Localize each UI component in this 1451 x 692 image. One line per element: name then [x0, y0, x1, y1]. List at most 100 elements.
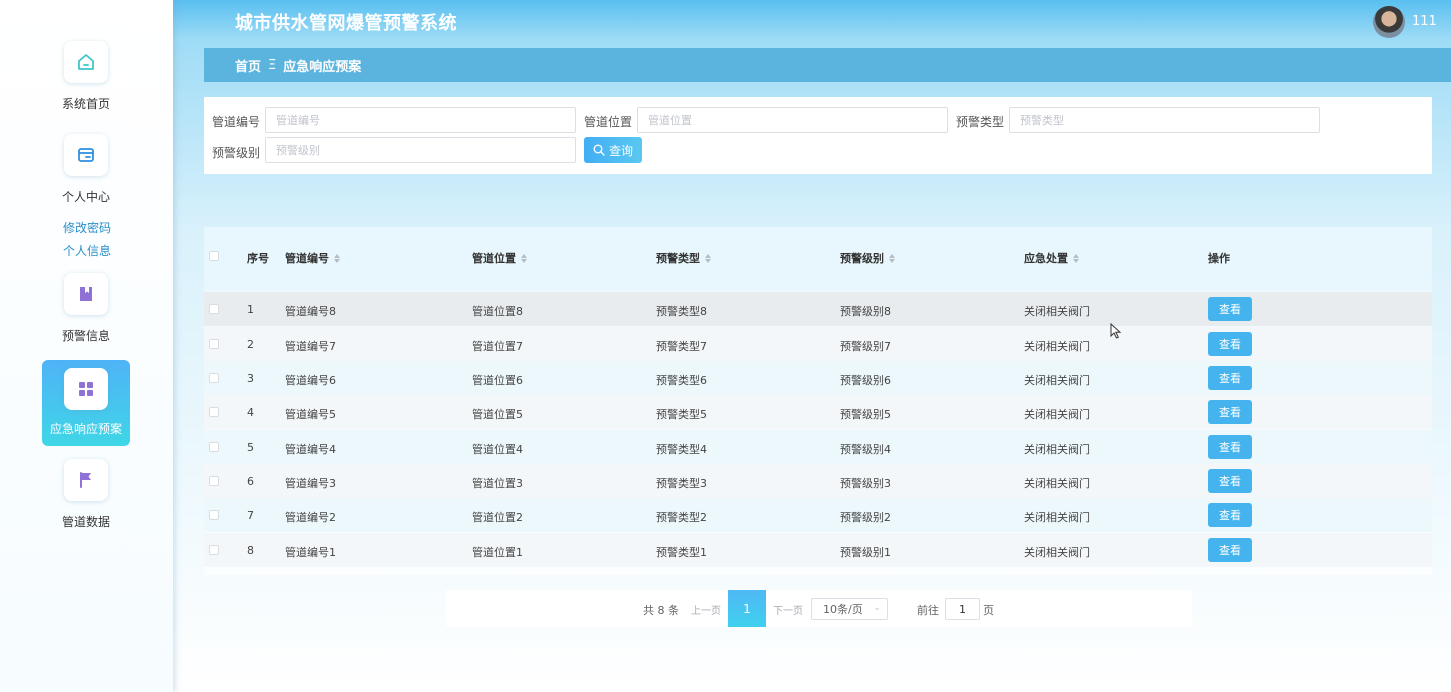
row-checkbox[interactable] — [209, 407, 219, 417]
sidebar-item-home[interactable]: 系统首页 — [42, 41, 130, 127]
table-row: 4 管道编号5 管道位置5 预警类型5 预警级别5 关闭相关阀门 查看 — [204, 395, 1432, 429]
row-checkbox[interactable] — [209, 373, 219, 383]
view-button[interactable]: 查看 — [1208, 538, 1252, 562]
pipe-location-input[interactable] — [637, 107, 948, 133]
breadcrumb-home[interactable]: 首页 — [235, 56, 261, 75]
breadcrumb: 首页 Ξ 应急响应预案 — [204, 48, 1451, 82]
cell-pipe-no: 管道编号7 — [285, 340, 336, 353]
view-button[interactable]: 查看 — [1208, 503, 1252, 527]
row-checkbox[interactable] — [209, 545, 219, 555]
view-button[interactable]: 查看 — [1208, 332, 1252, 356]
cell-pipe-no: 管道编号5 — [285, 408, 336, 421]
sidebar-item-emergency-plan[interactable]: 应急响应预案 — [42, 360, 130, 446]
sub-link-change-password[interactable]: 修改密码 — [63, 219, 111, 236]
prev-page-button[interactable]: 上一页 — [691, 602, 721, 617]
col-pipe-location[interactable]: 管道位置 — [472, 250, 527, 266]
cell-pipe-no: 管道编号3 — [285, 477, 336, 490]
cell-pipe-location: 管道位置6 — [472, 374, 523, 387]
table-row: 6 管道编号3 管道位置3 预警类型3 预警级别3 关闭相关阀门 查看 — [204, 464, 1432, 498]
sub-link-personal-info[interactable]: 个人信息 — [63, 242, 111, 259]
cell-emergency-action: 关闭相关阀门 — [1024, 443, 1090, 456]
alert-type-input[interactable] — [1009, 107, 1320, 133]
cell-emergency-action: 关闭相关阀门 — [1024, 340, 1090, 353]
current-page-button[interactable]: 1 — [728, 590, 766, 627]
row-checkbox[interactable] — [209, 304, 219, 314]
card-icon — [64, 134, 108, 176]
col-pipe-no[interactable]: 管道编号 — [285, 250, 340, 266]
cell-alert-level: 预警级别2 — [840, 511, 891, 524]
cell-alert-level: 预警级别8 — [840, 305, 891, 318]
sort-icon — [521, 253, 527, 263]
sidebar-item-label: 应急响应预案 — [49, 422, 122, 436]
table-row: 3 管道编号6 管道位置6 预警类型6 预警级别6 关闭相关阀门 查看 — [204, 361, 1432, 395]
row-checkbox[interactable] — [209, 339, 219, 349]
select-all-checkbox[interactable] — [209, 251, 219, 261]
col-alert-type[interactable]: 预警类型 — [656, 250, 711, 266]
view-button[interactable]: 查看 — [1208, 366, 1252, 390]
alert-level-input[interactable] — [265, 137, 576, 163]
cell-pipe-no: 管道编号2 — [285, 511, 336, 524]
search-button[interactable]: 查询 — [584, 137, 642, 163]
view-button[interactable]: 查看 — [1208, 469, 1252, 493]
cell-pipe-location: 管道位置1 — [472, 546, 523, 559]
view-button[interactable]: 查看 — [1208, 435, 1252, 459]
cell-alert-type: 预警类型7 — [656, 340, 707, 353]
pipe-location-label: 管道位置 — [584, 115, 633, 129]
cell-pipe-no: 管道编号6 — [285, 374, 336, 387]
row-checkbox[interactable] — [209, 442, 219, 452]
search-icon — [593, 144, 605, 156]
cell-index: 5 — [247, 441, 254, 454]
page-unit-label: 页 — [983, 604, 994, 617]
row-checkbox[interactable] — [209, 510, 219, 520]
cell-emergency-action: 关闭相关阀门 — [1024, 477, 1090, 490]
view-button[interactable]: 查看 — [1208, 400, 1252, 424]
pagination: 共 8 条 上一页 1 下一页 10条/页 ⌄ 前往 页 — [446, 590, 1192, 627]
cell-alert-level: 预警级别7 — [840, 340, 891, 353]
cell-alert-type: 预警类型2 — [656, 511, 707, 524]
mouse-cursor-icon — [1110, 323, 1122, 339]
sidebar-item-label: 系统首页 — [61, 97, 110, 111]
pipe-no-input[interactable] — [265, 107, 576, 133]
goto-label: 前往 — [917, 604, 939, 617]
cell-index: 1 — [247, 303, 254, 316]
cell-alert-level: 预警级别3 — [840, 477, 891, 490]
book-icon — [64, 273, 108, 315]
cell-emergency-action: 关闭相关阀门 — [1024, 511, 1090, 524]
sidebar-item-pipe-data[interactable]: 管道数据 — [42, 459, 130, 545]
avatar[interactable] — [1373, 6, 1405, 38]
sidebar-item-alerts[interactable]: 预警信息 — [42, 273, 130, 359]
sort-icon — [1073, 253, 1079, 263]
cell-alert-type: 预警类型3 — [656, 477, 707, 490]
cell-emergency-action: 关闭相关阀门 — [1024, 546, 1090, 559]
view-button[interactable]: 查看 — [1208, 297, 1252, 321]
sidebar: 系统首页 个人中心 修改密码 个人信息 预警信息 应急响应预案 管道数据 — [0, 0, 173, 692]
pagination-total: 共 8 条 — [643, 604, 679, 617]
search-button-label: 查询 — [608, 143, 633, 158]
grid-icon — [64, 368, 108, 410]
cell-emergency-action: 关闭相关阀门 — [1024, 374, 1090, 387]
user-name[interactable]: 111 — [1412, 14, 1437, 29]
cell-pipe-location: 管道位置5 — [472, 408, 523, 421]
cell-alert-type: 预警类型8 — [656, 305, 707, 318]
flag-icon — [64, 459, 108, 501]
col-index: 序号 — [247, 252, 269, 265]
sidebar-item-profile[interactable]: 个人中心 — [42, 134, 130, 220]
goto-page-input[interactable] — [945, 598, 980, 620]
cell-pipe-no: 管道编号8 — [285, 305, 336, 318]
col-alert-level[interactable]: 预警级别 — [840, 250, 895, 266]
next-page-button[interactable]: 下一页 — [773, 602, 803, 617]
cell-alert-level: 预警级别1 — [840, 546, 891, 559]
alert-type-label: 预警类型 — [956, 115, 1005, 129]
cell-alert-level: 预警级别6 — [840, 374, 891, 387]
col-emergency-action[interactable]: 应急处置 — [1024, 250, 1079, 266]
table-row: 7 管道编号2 管道位置2 预警类型2 预警级别2 关闭相关阀门 查看 — [204, 498, 1432, 532]
search-panel: 管道编号 管道位置 预警类型 预警级别 查询 — [204, 97, 1432, 174]
row-checkbox[interactable] — [209, 476, 219, 486]
cell-pipe-no: 管道编号4 — [285, 443, 336, 456]
table-row: 2 管道编号7 管道位置7 预警类型7 预警级别7 关闭相关阀门 查看 — [204, 327, 1432, 361]
cell-pipe-location: 管道位置4 — [472, 443, 523, 456]
breadcrumb-current: 应急响应预案 — [283, 59, 362, 75]
page-size-select[interactable]: 10条/页 ⌄ — [811, 598, 888, 620]
cell-index: 2 — [247, 338, 254, 351]
cell-pipe-location: 管道位置7 — [472, 340, 523, 353]
